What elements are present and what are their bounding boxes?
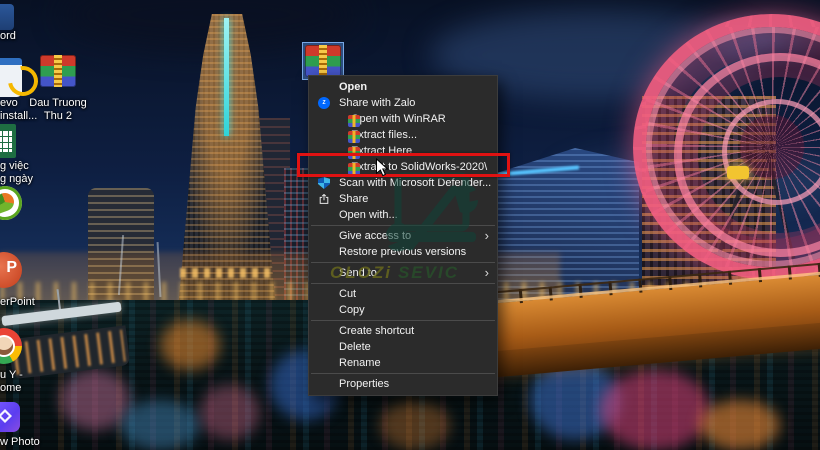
desktop-icon-label[interactable]: u Y - ome: [0, 369, 23, 395]
desktop: ord evo install... Dau Truong Thu 2 g vi…: [0, 0, 820, 450]
coccoc-icon[interactable]: [0, 186, 22, 220]
winrar-icon: [348, 131, 360, 143]
red-highlight-box: [297, 153, 510, 177]
submenu-arrow-icon: ›: [485, 265, 489, 281]
desktop-icon-label[interactable]: ord: [0, 30, 16, 43]
reflection: [380, 400, 450, 450]
menu-item-rename[interactable]: Rename: [309, 355, 497, 371]
revo-uninstaller-icon[interactable]: [0, 52, 36, 94]
menu-separator: [311, 373, 495, 374]
reflection: [160, 320, 220, 370]
winrar-icon: [348, 115, 360, 127]
mouse-cursor: [375, 158, 391, 178]
watermark-logo: [380, 168, 484, 268]
tower-light-stripe: [224, 18, 229, 136]
menu-item-properties[interactable]: Properties: [309, 376, 497, 392]
menu-item-open-with-winrar[interactable]: Open with WinRAR: [309, 111, 497, 127]
desktop-icon-label[interactable]: w Photo: [0, 436, 40, 449]
menu-item-delete[interactable]: Delete: [309, 339, 497, 355]
zalo-icon: Z: [318, 97, 330, 109]
menu-separator: [311, 320, 495, 321]
excel-icon[interactable]: [0, 124, 16, 158]
winrar-archive-icon: [305, 45, 341, 77]
defender-shield-icon: [318, 177, 330, 189]
submenu-arrow-icon: ›: [485, 228, 489, 244]
cosmo-clock: [727, 166, 749, 179]
desktop-icon-label[interactable]: g việc g ngày: [0, 160, 33, 186]
menu-item-cut[interactable]: Cut: [309, 286, 497, 302]
word-icon[interactable]: [0, 4, 14, 30]
share-icon: [318, 193, 330, 205]
menu-separator: [311, 283, 495, 284]
menu-item-copy[interactable]: Copy: [309, 302, 497, 318]
menu-item-extract-files[interactable]: Extract files...: [309, 127, 497, 143]
menu-item-share-with-zalo[interactable]: Z Share with Zalo: [309, 95, 497, 111]
desktop-icon-label[interactable]: erPoint: [0, 296, 35, 309]
reflection: [200, 385, 260, 440]
photos-icon[interactable]: [0, 402, 20, 432]
watermark-text: OLOZiSEVIC: [330, 263, 459, 283]
winrar-archive-icon[interactable]: [40, 55, 76, 87]
menu-item-create-shortcut[interactable]: Create shortcut: [309, 323, 497, 339]
menu-item-open[interactable]: Open: [309, 79, 497, 95]
reflection: [120, 400, 200, 450]
reflection: [700, 400, 780, 450]
desktop-icon-label[interactable]: Dau Truong Thu 2: [18, 97, 98, 123]
reflection: [600, 370, 710, 450]
